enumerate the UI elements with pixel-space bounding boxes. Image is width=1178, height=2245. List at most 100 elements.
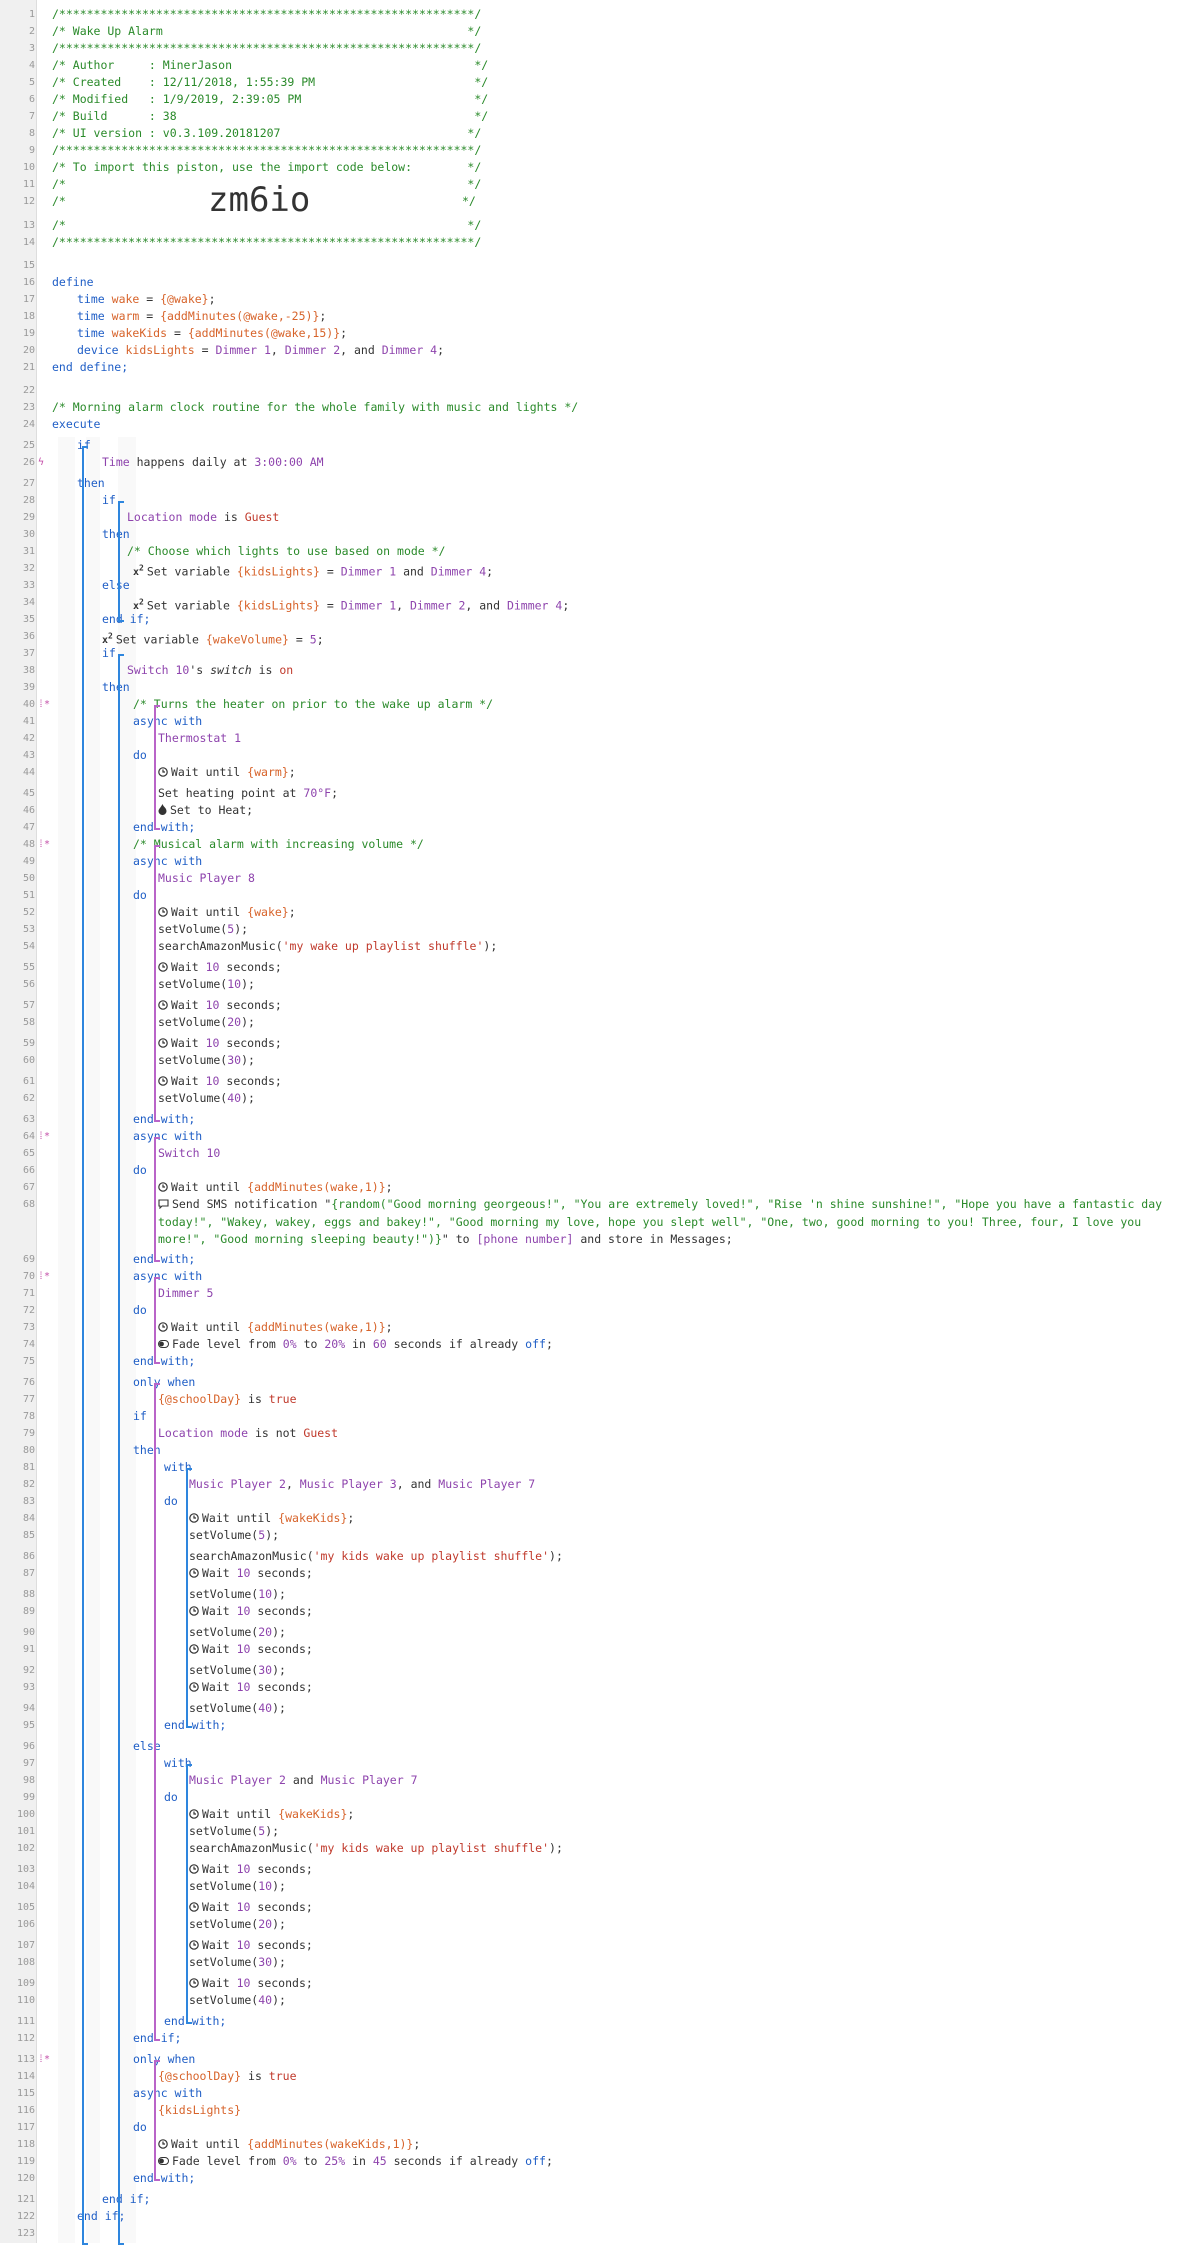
- line-text: /***************************************…: [52, 6, 481, 23]
- code-token: Music Player 8: [158, 871, 255, 885]
- code-token: ,: [396, 598, 410, 613]
- code-token: 40: [227, 1091, 242, 1105]
- keyword: end with;: [164, 2014, 227, 2028]
- code-token: searchAmazonMusic(: [189, 1841, 314, 1855]
- code-token: ;: [437, 343, 445, 357]
- keyword: end with;: [133, 2171, 196, 2185]
- code-token: Dimmer 2: [410, 598, 466, 613]
- code-token: /* Build : 38 */: [52, 109, 489, 123]
- keyword: end if;: [102, 2192, 151, 2206]
- line-number: 11: [22, 179, 35, 190]
- keyword: else: [102, 578, 130, 592]
- line-text: end if;: [102, 611, 150, 628]
- code-token: wakeKids: [111, 326, 168, 340]
- code-token: ,: [270, 343, 285, 357]
- line-text: if: [102, 492, 116, 509]
- line-text: /* To import this piston, use the import…: [52, 159, 481, 176]
- line-number: 31: [22, 546, 35, 557]
- block-guide-cap: [186, 1468, 192, 1470]
- line-number: 114: [16, 2071, 35, 2082]
- block-guide-cap: [118, 501, 124, 503]
- clock-icon: [189, 1809, 199, 1821]
- code-token: Set variable: [146, 598, 237, 613]
- block-guide: [82, 446, 84, 2243]
- code-token: /* Wake Up Alarm */: [52, 24, 482, 38]
- code-token: 10: [236, 1976, 251, 1990]
- line-text: define: [52, 274, 94, 291]
- code-token: Switch 10: [158, 1146, 221, 1160]
- line-text: Wait until {wakeKids};: [189, 1510, 354, 1528]
- code-token: 3:00:00 AM: [254, 455, 324, 469]
- line-text: Wait 10 seconds;: [158, 959, 282, 977]
- code-token: Set variable: [115, 632, 206, 647]
- clock-icon: [189, 1978, 199, 1990]
- line-number: 109: [16, 1978, 35, 1989]
- line-text: Wait 10 seconds;: [189, 1975, 313, 1993]
- code-token: 40: [258, 1993, 273, 2007]
- code-token: ;: [331, 786, 339, 800]
- line-text: setVolume(30);: [189, 1954, 286, 1971]
- code-token: {@schoolDay}: [158, 2069, 242, 2083]
- code-token: Wait: [202, 1566, 237, 1580]
- code-token: Fade level from: [172, 1337, 283, 1351]
- code-token: time: [77, 326, 105, 340]
- block-guide-cap: [154, 845, 160, 847]
- code-token: Set variable: [146, 564, 237, 579]
- line-text: setVolume(5);: [158, 921, 248, 938]
- line-marker-icon[interactable]: ⁞*: [38, 1268, 50, 1285]
- code-token: 70°F: [303, 786, 332, 800]
- flame-icon: [158, 804, 167, 817]
- line-text: Switch 10's switch is on: [127, 662, 293, 679]
- line-text: searchAmazonMusic('my wake up playlist s…: [158, 938, 497, 955]
- line-marker-icon[interactable]: ϟ: [38, 454, 44, 471]
- clock-icon: [189, 1940, 199, 1952]
- code-token: Set heating point at: [158, 786, 304, 800]
- code-token: /* Created : 12/11/2018, 1:55:39 PM */: [52, 75, 489, 89]
- line-text: /*: [52, 194, 66, 208]
- keyword: execute: [52, 417, 101, 431]
- line-text: Dimmer 5: [158, 1285, 213, 1302]
- code-token: Dimmer 1: [340, 598, 397, 613]
- clock-icon: [158, 962, 168, 974]
- code-token: Dimmer 1: [340, 564, 397, 579]
- line-number: 59: [22, 1038, 35, 1049]
- code-token: time: [77, 309, 105, 323]
- line-text: /* UI version : v0.3.109.20181207 */: [52, 125, 481, 142]
- keyword: async with: [133, 2086, 203, 2100]
- code-token: setVolume(: [189, 1528, 259, 1542]
- line-marker-icon[interactable]: ⁞*: [38, 696, 50, 713]
- code-token: in: [345, 1337, 373, 1351]
- code-token: );: [272, 1663, 286, 1677]
- code-token: Location mode: [127, 510, 218, 524]
- line-number: 65: [22, 1148, 35, 1159]
- keyword: do: [133, 2120, 147, 2134]
- code-token: 10: [236, 1862, 251, 1876]
- code-token: {wakeKids}: [278, 1807, 348, 1821]
- code-token: and store in Messages;: [573, 1232, 733, 1246]
- code-token: {kidsLights}: [236, 598, 320, 613]
- line-marker-icon[interactable]: ⁞*: [38, 2051, 50, 2068]
- line-number: 6: [28, 94, 35, 105]
- block-guide-cap: [154, 1383, 160, 1385]
- line-number: 51: [22, 890, 35, 901]
- line-number: 38: [22, 665, 35, 676]
- line-text: Wait 10 seconds;: [189, 1565, 313, 1583]
- code-token: );: [241, 1015, 255, 1029]
- code-token: {warm}: [247, 765, 289, 779]
- code-token: seconds;: [219, 1036, 282, 1050]
- line-text: Set to Heat;: [158, 802, 253, 820]
- line-number: 14: [22, 237, 35, 248]
- line-marker-icon[interactable]: ⁞*: [38, 1128, 50, 1145]
- code-token: 'my wake up playlist shuffle': [282, 939, 484, 953]
- line-text: Wait 10 seconds;: [189, 1679, 313, 1697]
- line-number: 122: [16, 2211, 35, 2222]
- line-marker-icon[interactable]: ⁞*: [38, 836, 50, 853]
- line-text: else: [133, 1738, 161, 1755]
- code-token: true: [268, 1392, 297, 1406]
- code-token: 5: [309, 632, 317, 647]
- keyword: async with: [133, 1129, 203, 1143]
- code-token: {kidsLights}: [158, 2103, 242, 2117]
- code-token: is: [251, 663, 280, 677]
- line-number: 43: [22, 750, 35, 761]
